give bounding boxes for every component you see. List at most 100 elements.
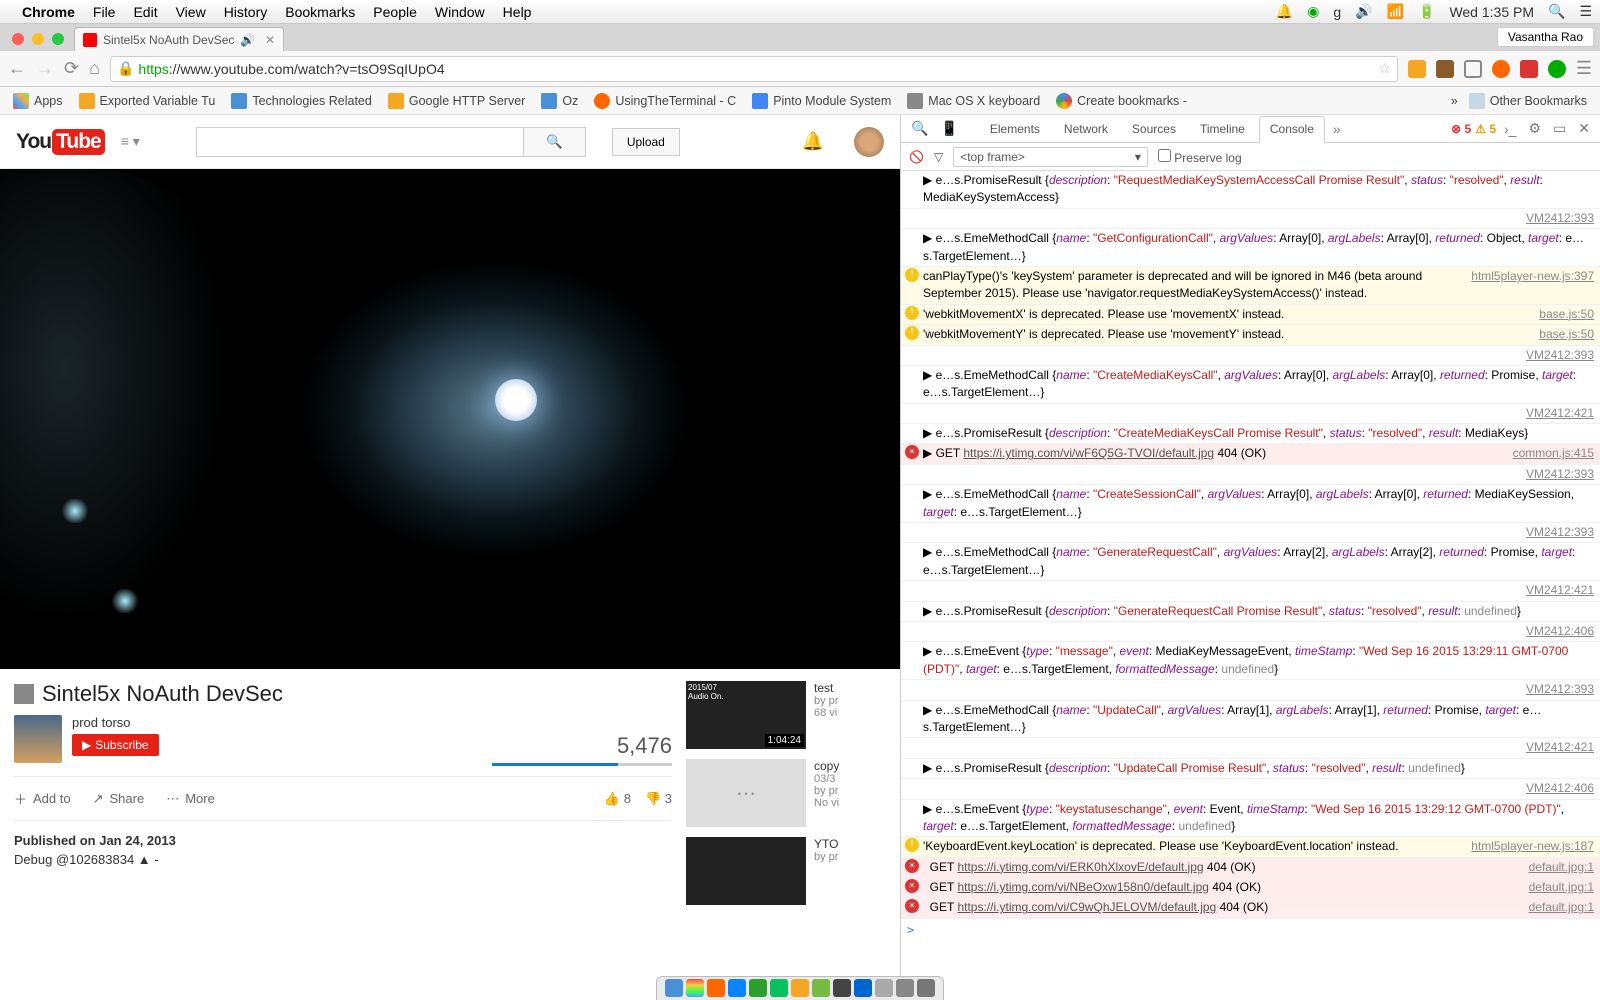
error-badge[interactable]: ⊗ 5	[1451, 122, 1471, 136]
google-icon[interactable]: g	[1333, 4, 1341, 20]
window-controls[interactable]	[8, 33, 74, 51]
menu-file[interactable]: File	[93, 4, 116, 20]
channel-name[interactable]: prod torso	[72, 715, 159, 730]
search-input[interactable]	[197, 128, 523, 156]
console-log-entry[interactable]: ▶ e…s.EmeMethodCall {name: "CreateSessio…	[901, 485, 1600, 523]
home-button[interactable]: ⌂	[89, 58, 100, 79]
settings-icon[interactable]: ⚙	[1524, 120, 1545, 137]
back-button[interactable]: ←	[8, 58, 26, 79]
subscribe-button[interactable]: ▶ Subscribe	[72, 734, 159, 756]
bookmark-item[interactable]: Technologies Related	[226, 91, 377, 111]
upload-button[interactable]: Upload	[612, 128, 680, 156]
battery-icon[interactable]: 🔋	[1418, 3, 1435, 20]
ext-icon-5[interactable]	[1548, 60, 1566, 78]
forward-button[interactable]: →	[36, 58, 54, 79]
console-log-entry[interactable]: VM2412:421	[901, 404, 1600, 424]
bell-icon[interactable]: 🔔	[802, 131, 824, 152]
menu-view[interactable]: View	[176, 4, 206, 20]
menu-window[interactable]: Window	[435, 4, 485, 20]
console-log-entry[interactable]: VM2412:393	[901, 523, 1600, 543]
console-log-entry[interactable]: ▶ e…s.PromiseResult {description: "Reque…	[901, 171, 1600, 209]
console-log-entry[interactable]: ▶ e…s.PromiseResult {description: "Updat…	[901, 759, 1600, 779]
cast-icon[interactable]	[1464, 60, 1482, 78]
menu-icon[interactable]: ☰	[1579, 3, 1592, 20]
bookmark-item[interactable]: UsingTheTerminal - C	[589, 91, 741, 111]
bookmark-item[interactable]: Mac OS X keyboard	[902, 91, 1045, 111]
console-log-entry[interactable]: ▶ e…s.EmeMethodCall {name: "GetConfigura…	[901, 229, 1600, 267]
user-avatar[interactable]	[854, 127, 884, 157]
clock[interactable]: Wed 1:35 PM	[1449, 4, 1534, 20]
apps-button[interactable]: Apps	[8, 91, 68, 111]
volume-icon[interactable]: 🔊	[1355, 3, 1372, 20]
frame-selector[interactable]: <top frame>▾	[953, 147, 1148, 167]
console-log-entry[interactable]: VM2412:393	[901, 209, 1600, 229]
tab-elements[interactable]: Elements	[980, 115, 1050, 142]
console-log-entry[interactable]: ▶ e…s.EmeMethodCall {name: "UpdateCall",…	[901, 701, 1600, 739]
console-log-entry[interactable]: 'KeyboardEvent.keyLocation' is deprecate…	[901, 837, 1600, 857]
menu-history[interactable]: History	[224, 4, 268, 20]
console-log-entry[interactable]: VM2412:421	[901, 581, 1600, 601]
address-bar[interactable]: 🔒 https://www.youtube.com/watch?v=tsO9Sq…	[110, 56, 1398, 82]
menu-bookmarks[interactable]: Bookmarks	[285, 4, 355, 20]
filter-icon[interactable]: ▽	[934, 150, 943, 164]
close-tab-icon[interactable]: ✕	[265, 33, 275, 47]
tab-console[interactable]: Console	[1259, 116, 1325, 143]
preserve-log-checkbox[interactable]: Preserve log	[1158, 149, 1242, 165]
console-log-entry[interactable]: 'webkitMovementX' is deprecated. Please …	[901, 305, 1600, 325]
console-log-entry[interactable]: ▶ GET https://i.ytimg.com/vi/wF6Q5G-TVOI…	[901, 444, 1600, 464]
add-to-button[interactable]: ＋ Add to	[14, 789, 71, 808]
bookmark-item[interactable]: Create bookmarks -	[1051, 91, 1192, 111]
menu-edit[interactable]: Edit	[133, 4, 157, 20]
share-button[interactable]: ↗ Share	[93, 791, 145, 807]
notification-icon[interactable]: 🔔	[1276, 3, 1293, 20]
tabs-overflow-icon[interactable]: »	[1329, 121, 1345, 137]
console-prompt[interactable]: >	[901, 919, 1600, 942]
bookmark-item[interactable]: Oz	[536, 91, 583, 111]
search-button[interactable]: 🔍	[523, 128, 585, 156]
tab-sources[interactable]: Sources	[1122, 115, 1186, 142]
tab-network[interactable]: Network	[1054, 115, 1118, 142]
other-bookmarks[interactable]: Other Bookmarks	[1464, 91, 1592, 111]
console-log-entry[interactable]: 'webkitMovementY' is deprecated. Please …	[901, 325, 1600, 345]
console-log-entry[interactable]: ▶ e…s.PromiseResult {description: "Creat…	[901, 424, 1600, 444]
minimize-window-icon[interactable]	[32, 33, 44, 45]
console-log-entry[interactable]: VM2412:393	[901, 346, 1600, 366]
bookmarks-overflow[interactable]: »	[1451, 94, 1458, 108]
mac-dock[interactable]	[656, 976, 944, 1000]
console-log-entry[interactable]: GET https://i.ytimg.com/vi/C9wQhJELOVM/d…	[901, 898, 1600, 918]
ext-icon-4[interactable]	[1520, 60, 1538, 78]
inspect-icon[interactable]: 🔍	[907, 120, 932, 137]
reload-button[interactable]: ⟳	[64, 58, 79, 79]
more-button[interactable]: ⋯ More	[166, 791, 215, 807]
device-icon[interactable]: 📱	[936, 120, 961, 137]
bookmark-item[interactable]: Exported Variable Tu	[74, 91, 221, 111]
console-log-entry[interactable]: ▶ e…s.EmeEvent {type: "keystatuseschange…	[901, 800, 1600, 838]
console-log-entry[interactable]: ▶ e…s.EmeMethodCall {name: "CreateMediaK…	[901, 366, 1600, 404]
console-log-entry[interactable]: GET https://i.ytimg.com/vi/NBeOxw158n0/d…	[901, 878, 1600, 898]
browser-tab[interactable]: Sintel5x NoAuth DevSec 🔊 ✕	[74, 27, 284, 51]
wifi-icon[interactable]: 📶	[1387, 3, 1404, 20]
hangouts-icon[interactable]: ◉	[1307, 3, 1319, 20]
console-log-entry[interactable]: ▶ e…s.EmeMethodCall {name: "GenerateRequ…	[901, 543, 1600, 581]
chrome-profile[interactable]: Vasantha Rao	[1497, 27, 1594, 47]
menu-app[interactable]: Chrome	[22, 4, 75, 20]
console-log-entry[interactable]: ▶ e…s.PromiseResult {description: "Gener…	[901, 602, 1600, 622]
dock-icon[interactable]: ▭	[1549, 120, 1570, 137]
menu-people[interactable]: People	[373, 4, 417, 20]
youtube-logo[interactable]: YouTube	[16, 129, 105, 155]
ext-icon-1[interactable]	[1408, 60, 1426, 78]
tab-timeline[interactable]: Timeline	[1190, 115, 1255, 142]
console-log-entry[interactable]: VM2412:406	[901, 779, 1600, 799]
chrome-menu-icon[interactable]: ☰	[1576, 58, 1592, 79]
drawer-icon[interactable]: ›_	[1500, 121, 1520, 137]
console-log-entry[interactable]: VM2412:406	[901, 622, 1600, 642]
maximize-window-icon[interactable]	[52, 33, 64, 45]
channel-avatar[interactable]	[14, 715, 62, 763]
console-log-entry[interactable]: ▶ e…s.EmeEvent {type: "message", event: …	[901, 642, 1600, 680]
suggestion-item[interactable]: 2015/07Audio On.1:04:24 testby pr68 vi	[686, 681, 886, 749]
console-log-entry[interactable]: VM2412:393	[901, 680, 1600, 700]
console-log-entry[interactable]: GET https://i.ytimg.com/vi/ERK0hXlxovE/d…	[901, 858, 1600, 878]
ext-icon-2[interactable]	[1436, 60, 1454, 78]
dislike-button[interactable]: 👎 3	[645, 791, 672, 807]
console-log-entry[interactable]: VM2412:421	[901, 738, 1600, 758]
